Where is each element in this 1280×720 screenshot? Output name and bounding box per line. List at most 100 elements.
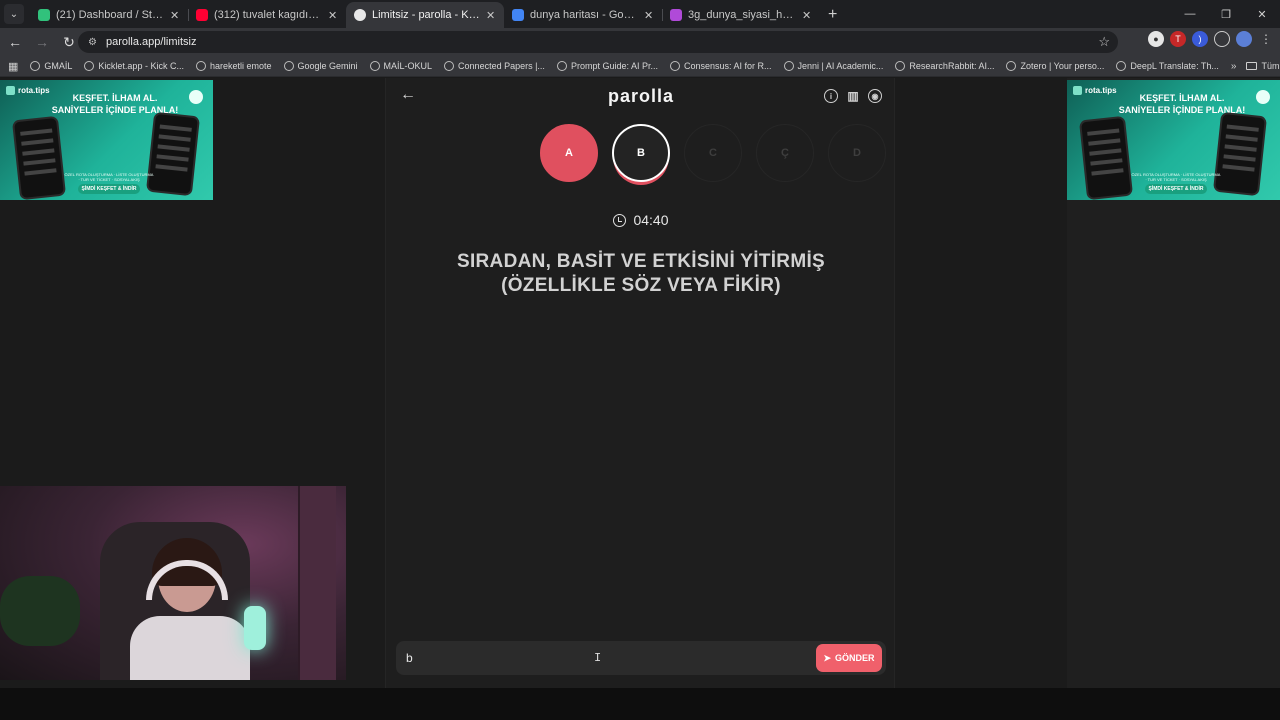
phone-mockup-icon <box>1078 115 1134 200</box>
bookmark-item[interactable]: GMAİL <box>30 61 72 71</box>
stats-icon[interactable]: ▥ <box>846 89 860 103</box>
bookmark-label: Consensus: AI for R... <box>683 61 772 71</box>
ad-cta-button[interactable]: ŞİMDİ KEŞFET & İNDİR <box>78 184 140 194</box>
bookmark-item[interactable]: Connected Papers |... <box>444 61 545 71</box>
text-cursor-icon: I <box>594 651 602 665</box>
bookmark-item[interactable]: hareketli emote <box>195 61 272 71</box>
globe-icon <box>30 61 41 71</box>
address-bar[interactable]: ⚙ parolla.app/limitsiz ☆ <box>78 31 1118 53</box>
extensions-area: ● T ) ⋮ <box>1148 31 1274 47</box>
bookmark-label: Zotero | Your perso... <box>1020 61 1105 71</box>
tab-close-icon[interactable]: ✕ <box>802 9 812 22</box>
browser-tab[interactable]: Limitsiz - parolla - Kelime oyunu ✕ <box>346 2 504 28</box>
bookmark-star-icon[interactable]: ☆ <box>1098 34 1110 50</box>
ad-logo: rota.tips <box>6 86 50 95</box>
answer-input[interactable] <box>396 641 816 675</box>
apps-grid-icon[interactable]: ▦ <box>8 60 18 73</box>
menu-kebab-icon[interactable]: ⋮ <box>1258 31 1274 47</box>
tab-favicon-icon <box>354 9 366 21</box>
bookmark-item[interactable]: Google Gemini <box>283 61 358 71</box>
browser-tab[interactable]: (21) Dashboard / Streamlabs ✕ <box>30 2 188 28</box>
tab-close-icon[interactable]: ✕ <box>328 9 338 22</box>
ad-description: ÖZEL ROTA OLUŞTURMA · LİSTE OLUŞTURMA · … <box>64 172 154 182</box>
tab-title: (312) tuvalet kagıdı zararları - Y <box>214 9 322 21</box>
browser-tab[interactable]: (312) tuvalet kagıdı zararları - Y ✕ <box>188 2 346 28</box>
more-bookmarks-icon[interactable]: » <box>1231 61 1237 72</box>
forward-button[interactable]: → <box>30 30 54 54</box>
phone-mockup-icon <box>11 115 67 200</box>
back-button[interactable]: ← <box>3 30 27 54</box>
answer-form: ➤ GÖNDER <box>396 641 886 675</box>
phone-mockup-icon <box>1212 111 1268 197</box>
bookmark-label: Connected Papers |... <box>458 61 545 71</box>
globe-icon <box>783 61 794 71</box>
tab-title: 3g_dunya_siyasi_haritasi.png (4 <box>688 9 796 21</box>
browser-tab[interactable]: 3g_dunya_siyasi_haritasi.png (4 ✕ <box>662 2 820 28</box>
restore-button[interactable]: ❐ <box>1208 0 1244 28</box>
webcam-streamer <box>130 538 250 680</box>
ad-banner-left[interactable]: rota.tips KEŞFET. İLHAM AL. SANİYELER İÇ… <box>0 80 213 200</box>
user-profile-icon[interactable]: ◉ <box>868 89 882 103</box>
bookmark-item[interactable]: Zotero | Your perso... <box>1006 61 1104 71</box>
extension-icon[interactable]: T <box>1170 31 1186 47</box>
bookmark-label: Prompt Guide: AI Pr... <box>570 61 658 71</box>
site-info-icon[interactable]: ⚙ <box>88 37 97 48</box>
minimize-button[interactable]: — <box>1172 0 1208 28</box>
brand-logo: parolla <box>607 86 675 106</box>
bookmark-item[interactable]: DeepL Translate: Th... <box>1116 61 1219 71</box>
right-ad-column: rota.tips KEŞFET. İLHAM AL. SANİYELER İÇ… <box>1067 78 1280 688</box>
tab-title: dunya haritası - Google'da Ara <box>530 9 638 21</box>
bookmark-label: MAİL-OKUL <box>383 61 433 71</box>
tab-title: (21) Dashboard / Streamlabs <box>56 9 164 21</box>
all-bookmarks-folder[interactable]: Tüm Yer İşaretleri <box>1246 61 1280 71</box>
bookmark-label: GMAİL <box>44 61 73 71</box>
window-controls: — ❐ ✕ <box>1172 0 1280 28</box>
ad-cta-button[interactable]: ŞİMDİ KEŞFET & İNDİR <box>1145 184 1207 194</box>
extension-icon[interactable]: ● <box>1148 31 1164 47</box>
parolla-game-panel: ← parolla i ▥ ◉ ABCÇD 04:40 SIRADAN, BAS… <box>385 78 895 688</box>
tab-favicon-icon <box>196 9 208 21</box>
info-icon[interactable]: i <box>824 89 838 103</box>
tab-search-button[interactable]: ⌄ <box>4 4 24 24</box>
browser-toolbar: ← → ↻ ⚙ parolla.app/limitsiz ☆ ● T ) ⋮ <box>0 28 1280 56</box>
tab-close-icon[interactable]: ✕ <box>170 9 180 22</box>
bookmark-label: Jenni | AI Academic... <box>797 61 884 71</box>
letter-circle-ç: Ç <box>756 124 814 182</box>
send-arrow-icon: ➤ <box>823 652 832 663</box>
phone-mockup-icon <box>145 111 201 197</box>
all-bookmarks-label: Tüm Yer İşaretleri <box>1261 61 1280 71</box>
profile-avatar[interactable] <box>1236 31 1252 47</box>
new-tab-button[interactable]: + <box>828 6 837 24</box>
globe-icon <box>895 61 906 71</box>
globe-icon <box>556 61 567 71</box>
bookmark-item[interactable]: MAİL-OKUL <box>369 61 433 71</box>
close-window-button[interactable]: ✕ <box>1244 0 1280 28</box>
bookmark-item[interactable]: Kicklet.app - Kick C... <box>84 61 184 71</box>
browser-tab[interactable]: dunya haritası - Google'da Ara ✕ <box>504 2 662 28</box>
bookmarks-bar: ▦ GMAİL Kicklet.app - Kick C... hareketli … <box>0 56 1280 77</box>
extension-icon[interactable]: ) <box>1192 31 1208 47</box>
puzzle-icon[interactable] <box>1214 31 1230 47</box>
tab-close-icon[interactable]: ✕ <box>644 9 654 22</box>
letter-circle-d: D <box>828 124 886 182</box>
timer-value: 04:40 <box>633 212 669 228</box>
webcam-plant <box>0 576 80 646</box>
bookmark-label: hareketli emote <box>209 61 272 71</box>
bookmark-item[interactable]: Consensus: AI for R... <box>669 61 772 71</box>
bookmark-item[interactable]: ResearchRabbit: AI... <box>895 61 994 71</box>
globe-icon <box>195 61 206 71</box>
bookmark-label: ResearchRabbit: AI... <box>909 61 995 71</box>
tab-favicon-icon <box>38 9 50 21</box>
webcam-overlay <box>0 486 346 680</box>
ad-badge-icon <box>189 90 203 104</box>
bookmark-item[interactable]: Prompt Guide: AI Pr... <box>556 61 658 71</box>
globe-icon <box>84 61 95 71</box>
letter-circle-a: A <box>540 124 598 182</box>
tab-close-icon[interactable]: ✕ <box>486 9 496 22</box>
send-button-label: GÖNDER <box>835 653 875 663</box>
taskbar-strip <box>0 688 1280 720</box>
send-button[interactable]: ➤ GÖNDER <box>816 644 882 672</box>
ad-banner-right[interactable]: rota.tips KEŞFET. İLHAM AL. SANİYELER İÇ… <box>1067 80 1280 200</box>
webcam-door <box>298 486 336 680</box>
bookmark-item[interactable]: Jenni | AI Academic... <box>783 61 884 71</box>
